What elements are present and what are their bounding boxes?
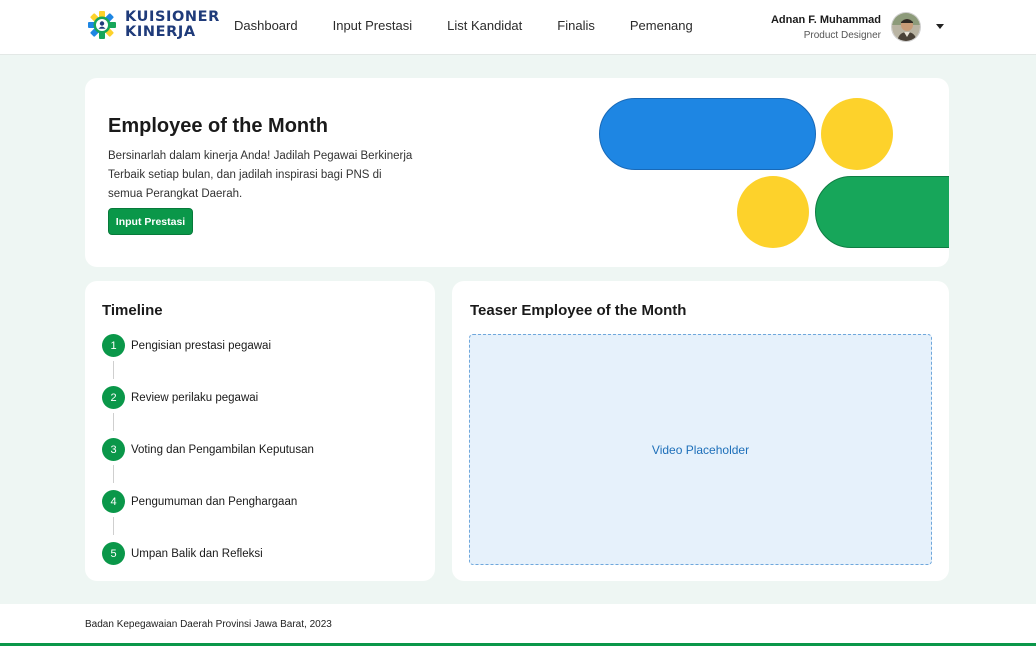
- hero-card: Employee of the Month Bersinarlah dalam …: [85, 78, 949, 267]
- hero-description: Bersinarlah dalam kinerja Anda! Jadilah …: [108, 150, 413, 200]
- step-label: Voting dan Pengambilan Keputusan: [131, 443, 314, 456]
- decor-yellow-circle: [821, 98, 893, 170]
- main-nav: Dashboard Input Prestasi List Kandidat F…: [234, 18, 728, 33]
- teaser-card: Teaser Employee of the Month Video Place…: [452, 281, 949, 581]
- step-label: Pengisian prestasi pegawai: [131, 339, 272, 352]
- gear-logo-icon: [88, 11, 116, 39]
- timeline-step: 1 Pengisian prestasi pegawai: [102, 334, 271, 357]
- step-number-badge: 1: [102, 334, 125, 357]
- nav-list-kandidat[interactable]: List Kandidat: [447, 18, 522, 33]
- timeline-step: 3 Voting dan Pengambilan Keputusan: [102, 438, 314, 461]
- timeline-connector: [113, 465, 114, 483]
- navbar: KUISIONER KINERJA Dashboard Input Presta…: [0, 0, 1036, 55]
- input-prestasi-button[interactable]: Input Prestasi: [108, 208, 193, 235]
- user-info[interactable]: Adnan F. Muhammad Product Designer: [771, 12, 881, 44]
- avatar-image: [892, 13, 920, 41]
- nav-pemenang[interactable]: Pemenang: [630, 18, 693, 33]
- timeline-connector: [113, 361, 114, 379]
- step-number-badge: 5: [102, 542, 125, 565]
- brand-line-1: KUISIONER: [125, 9, 220, 25]
- decor-green-pill: [815, 176, 949, 248]
- brand-logo[interactable]: KUISIONER KINERJA: [88, 10, 220, 40]
- timeline-connector: [113, 413, 114, 431]
- user-name: Adnan F. Muhammad: [770, 14, 881, 26]
- brand-line-2: KINERJA: [125, 24, 196, 40]
- teaser-title: Teaser Employee of the Month: [470, 302, 687, 319]
- decor-yellow-circle: [737, 176, 809, 248]
- footer: Badan Kepegawaian Daerah Provinsi Jawa B…: [0, 604, 1036, 646]
- step-number-badge: 2: [102, 386, 125, 409]
- decor-blue-pill: [599, 98, 816, 170]
- video-player[interactable]: Video Placeholder: [469, 334, 932, 565]
- step-label: Umpan Balik dan Refleksi: [131, 547, 263, 560]
- user-role: Product Designer: [803, 30, 881, 41]
- footer-text: Badan Kepegawaian Daerah Provinsi Jawa B…: [85, 619, 332, 630]
- timeline-step: 5 Umpan Balik dan Refleksi: [102, 542, 263, 565]
- caret-down-icon[interactable]: [936, 24, 944, 29]
- timeline-connector: [113, 517, 114, 535]
- timeline-title: Timeline: [102, 302, 163, 319]
- timeline-step: 2 Review perilaku pegawai: [102, 386, 258, 409]
- nav-finalis[interactable]: Finalis: [557, 18, 595, 33]
- step-label: Pengumuman dan Penghargaan: [131, 495, 298, 508]
- brand-wordmark: KUISIONER KINERJA: [125, 10, 220, 40]
- nav-dashboard[interactable]: Dashboard: [234, 18, 298, 33]
- hero-title: Employee of the Month: [108, 115, 328, 137]
- user-avatar[interactable]: [891, 12, 921, 42]
- timeline-card: Timeline 1 Pengisian prestasi pegawai 2 …: [85, 281, 435, 581]
- step-number-badge: 4: [102, 490, 125, 513]
- timeline-step: 4 Pengumuman dan Penghargaan: [102, 490, 297, 513]
- video-placeholder-text: Video Placeholder: [651, 442, 750, 457]
- step-number-badge: 3: [102, 438, 125, 461]
- step-label: Review perilaku pegawai: [131, 391, 259, 404]
- nav-input-prestasi[interactable]: Input Prestasi: [333, 18, 413, 33]
